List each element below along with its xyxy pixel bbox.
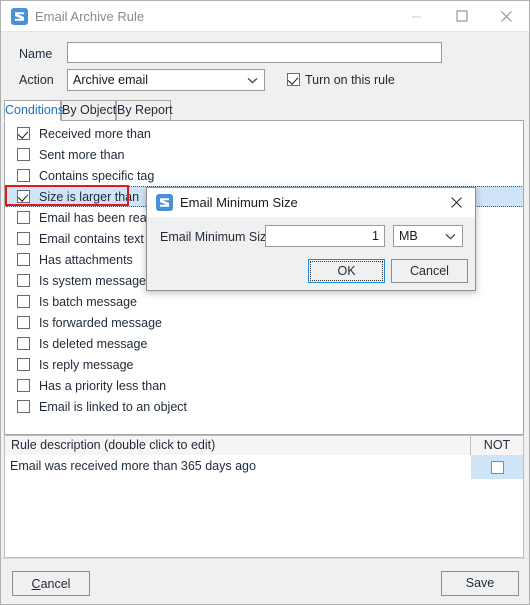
condition-label: Size is larger than: [39, 189, 140, 204]
condition-label: Contains specific tag: [39, 168, 155, 183]
rule-description-text: Email was received more than 365 days ag…: [10, 459, 256, 473]
save-button[interactable]: Save: [441, 571, 519, 596]
condition-row[interactable]: Is reply message: [6, 354, 523, 375]
condition-checkbox[interactable]: [17, 295, 30, 308]
condition-label: Is system message: [39, 273, 146, 288]
cancel-button[interactable]: Cancel: [12, 571, 90, 596]
condition-label: Email contains text: [39, 231, 144, 246]
condition-row[interactable]: Received more than: [6, 123, 523, 144]
size-unit-dropdown[interactable]: MB: [393, 225, 463, 247]
window-title: Email Archive Rule: [35, 9, 145, 24]
condition-row[interactable]: Sent more than: [6, 144, 523, 165]
condition-label: Sent more than: [39, 147, 125, 162]
focus-ring: [310, 261, 383, 281]
condition-row[interactable]: Is batch message: [6, 291, 523, 312]
column-header-not: NOT: [470, 436, 523, 455]
cancel-button-accel: C: [31, 576, 41, 591]
condition-checkbox[interactable]: [17, 316, 30, 329]
tab-by-object[interactable]: By Object: [61, 100, 116, 121]
condition-row[interactable]: Has a priority less than: [6, 375, 523, 396]
condition-checkbox[interactable]: [17, 148, 30, 161]
dialog-email-app-icon-glyph: [156, 194, 173, 211]
condition-checkbox[interactable]: [17, 253, 30, 266]
action-label: Action: [19, 73, 54, 87]
condition-label: Is forwarded message: [39, 315, 162, 330]
condition-checkbox[interactable]: [17, 190, 30, 203]
dialog-email-app-icon: [156, 194, 173, 211]
condition-label: Received more than: [39, 126, 151, 141]
not-cell[interactable]: [471, 455, 523, 479]
email-archive-rule-window: Email Archive Rule Name Action Archive e…: [0, 0, 530, 605]
email-app-icon-glyph: [11, 8, 28, 25]
rule-description-body: Email was received more than 365 days ag…: [4, 455, 524, 558]
rule-description-header: Rule description (double click to edit) …: [4, 435, 524, 456]
action-dropdown[interactable]: Archive email: [67, 69, 265, 91]
window-titlebar: Email Archive Rule: [1, 1, 529, 32]
condition-row[interactable]: Is deleted message: [6, 333, 523, 354]
email-minimum-size-input[interactable]: [265, 225, 385, 247]
email-minimum-size-dialog: Email Minimum Size Email Minimum Size MB: [146, 187, 476, 291]
condition-checkbox[interactable]: [17, 358, 30, 371]
condition-label: Has a priority less than: [39, 378, 167, 393]
action-dropdown-value: Archive email: [73, 73, 149, 87]
condition-checkbox[interactable]: [17, 232, 30, 245]
condition-row[interactable]: Is forwarded message: [6, 312, 523, 333]
not-checkbox[interactable]: [490, 460, 504, 474]
minimize-icon[interactable]: [394, 1, 439, 31]
close-icon[interactable]: [484, 1, 529, 31]
size-unit-dropdown-value: MB: [399, 229, 418, 243]
dialog-title: Email Minimum Size: [180, 195, 298, 210]
condition-label: Email is linked to an object: [39, 399, 187, 414]
tab-by-report[interactable]: By Report: [116, 100, 173, 121]
turn-on-rule-checkbox[interactable]: [287, 73, 300, 86]
dialog-close-icon[interactable]: [437, 188, 475, 216]
condition-checkbox[interactable]: [17, 211, 30, 224]
condition-checkbox[interactable]: [17, 127, 30, 140]
window-footer: Cancel Save: [1, 558, 529, 604]
condition-checkbox[interactable]: [17, 337, 30, 350]
email-app-icon: [11, 8, 28, 25]
tab-conditions[interactable]: Conditions: [4, 100, 64, 121]
chevron-down-icon: [244, 70, 260, 90]
condition-label: Is reply message: [39, 357, 134, 372]
condition-label: Is deleted message: [39, 336, 148, 351]
dialog-ok-button[interactable]: OK: [308, 259, 385, 283]
table-row[interactable]: Email was received more than 365 days ag…: [5, 455, 523, 479]
tab-strip: Conditions By Object By Report: [1, 100, 529, 121]
cancel-button-label: ancel: [40, 576, 71, 591]
chevron-down-icon: [442, 226, 458, 246]
condition-row[interactable]: Contains specific tag: [6, 165, 523, 186]
dialog-titlebar: Email Minimum Size: [147, 188, 475, 217]
condition-checkbox[interactable]: [17, 379, 30, 392]
condition-checkbox[interactable]: [17, 274, 30, 287]
email-minimum-size-label: Email Minimum Size: [160, 230, 274, 244]
maximize-icon[interactable]: [439, 1, 484, 31]
condition-label: Has attachments: [39, 252, 133, 267]
dialog-body: Email Minimum Size MB OK Cancel: [147, 217, 475, 290]
name-input[interactable]: [67, 42, 442, 63]
condition-label: Is batch message: [39, 294, 137, 309]
column-header-description: Rule description (double click to edit): [11, 438, 216, 452]
condition-checkbox[interactable]: [17, 169, 30, 182]
condition-row[interactable]: Email is linked to an object: [6, 396, 523, 417]
turn-on-rule-label: Turn on this rule: [305, 73, 395, 87]
name-label: Name: [19, 47, 53, 61]
condition-label: Email has been read: [39, 210, 154, 225]
condition-checkbox[interactable]: [17, 400, 30, 413]
dialog-cancel-button[interactable]: Cancel: [391, 259, 468, 283]
